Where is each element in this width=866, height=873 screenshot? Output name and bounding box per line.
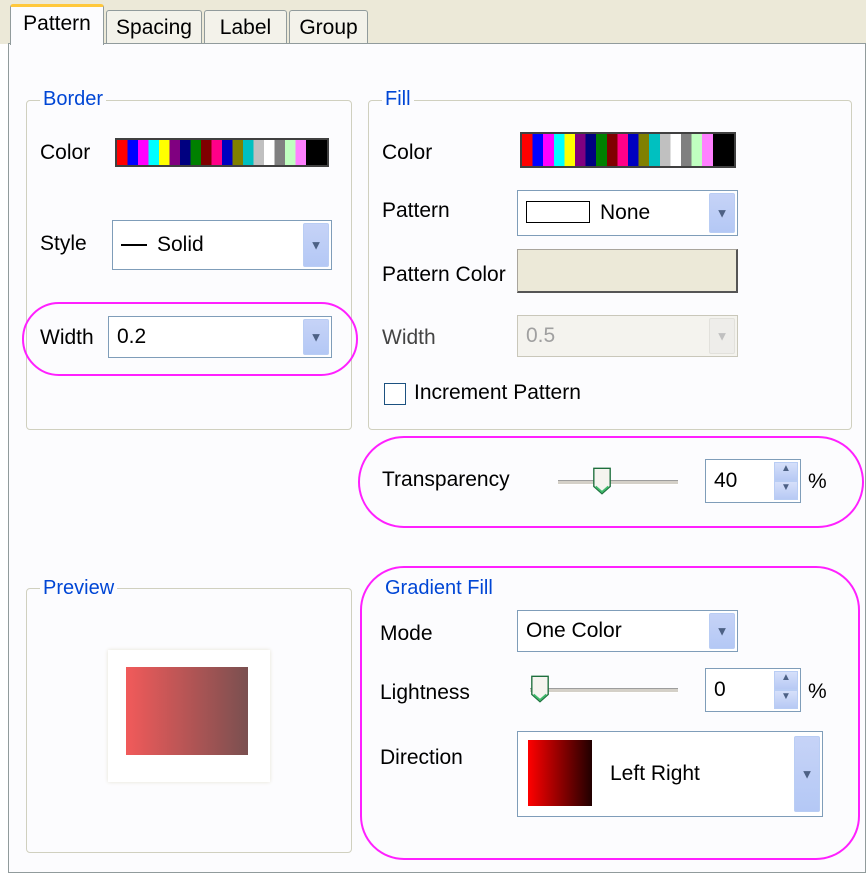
border-style-combo[interactable]: Solid ▼: [112, 220, 332, 270]
fill-color-label: Color: [382, 141, 433, 164]
gradient-mode-combo[interactable]: One Color ▼: [517, 610, 738, 652]
border-style-label: Style: [40, 232, 87, 255]
transparency-slider-thumb[interactable]: [592, 466, 612, 496]
fill-width-label: Width: [382, 326, 436, 349]
tab-pattern[interactable]: Pattern: [10, 4, 104, 45]
chevron-down-icon: ▼: [709, 318, 735, 354]
gradient-direction-label: Direction: [380, 746, 463, 769]
fill-width-combo-disabled: 0.5 ▼: [517, 315, 738, 357]
transparency-value: 40: [714, 469, 738, 492]
gradient-direction-combo[interactable]: Left Right ▼: [517, 731, 823, 817]
chevron-down-icon[interactable]: ▼: [303, 223, 329, 267]
border-color-label: Color: [40, 141, 91, 164]
fill-width-value: 0.5: [526, 324, 556, 347]
border-width-value: 0.2: [117, 325, 147, 348]
spin-up-icon[interactable]: ▲: [774, 462, 798, 482]
gradient-mode-label: Mode: [380, 622, 433, 645]
transparency-spinbox[interactable]: 40 ▲ ▼: [705, 459, 801, 503]
spin-down-icon[interactable]: ▼: [774, 689, 798, 709]
lightness-slider-track[interactable]: [530, 688, 678, 693]
preview-swatch: [126, 667, 248, 755]
preview-legend: Preview: [40, 577, 118, 599]
fill-color-picker[interactable]: [520, 132, 736, 168]
fill-pattern-color-label: Pattern Color: [382, 263, 506, 286]
fill-legend: Fill: [382, 88, 414, 110]
pattern-swatch-icon: [526, 201, 590, 223]
pattern-color-button[interactable]: [517, 249, 738, 293]
transparency-label: Transparency: [382, 468, 510, 491]
border-color-picker[interactable]: [115, 138, 329, 167]
gradient-direction-value: Left Right: [610, 762, 700, 785]
lightness-spinbox[interactable]: 0 ▲ ▼: [705, 668, 801, 712]
tab-group[interactable]: Group: [289, 10, 368, 44]
tab-label[interactable]: Label: [204, 10, 287, 44]
border-style-value: Solid: [121, 233, 204, 257]
lightness-value: 0: [714, 678, 726, 701]
chevron-down-icon[interactable]: ▼: [709, 613, 735, 649]
increment-pattern-label: Increment Pattern: [414, 381, 581, 404]
tab-spacing[interactable]: Spacing: [106, 10, 202, 44]
border-legend: Border: [40, 88, 107, 110]
increment-pattern-checkbox[interactable]: [384, 383, 406, 405]
spin-down-icon[interactable]: ▼: [774, 480, 798, 500]
gradient-mode-value: One Color: [526, 619, 622, 642]
transparency-slider-track[interactable]: [558, 480, 678, 485]
border-width-combo[interactable]: 0.2 ▼: [108, 316, 332, 358]
fill-pattern-label: Pattern: [382, 199, 450, 222]
transparency-unit: %: [808, 470, 827, 493]
gradient-legend: Gradient Fill: [382, 577, 496, 599]
spin-up-icon[interactable]: ▲: [774, 671, 798, 691]
solid-line-icon: [121, 244, 147, 247]
direction-gradient-icon: [528, 740, 592, 806]
fill-pattern-combo[interactable]: None ▼: [517, 190, 738, 236]
border-width-label: Width: [40, 326, 94, 349]
chevron-down-icon[interactable]: ▼: [709, 193, 735, 233]
chevron-down-icon[interactable]: ▼: [303, 319, 329, 355]
lightness-slider-thumb[interactable]: [530, 674, 550, 704]
gradient-lightness-label: Lightness: [380, 681, 470, 704]
fill-pattern-value: None: [600, 201, 651, 224]
lightness-unit: %: [808, 680, 827, 703]
border-style-text: Solid: [157, 233, 204, 256]
chevron-down-icon[interactable]: ▼: [794, 736, 820, 812]
